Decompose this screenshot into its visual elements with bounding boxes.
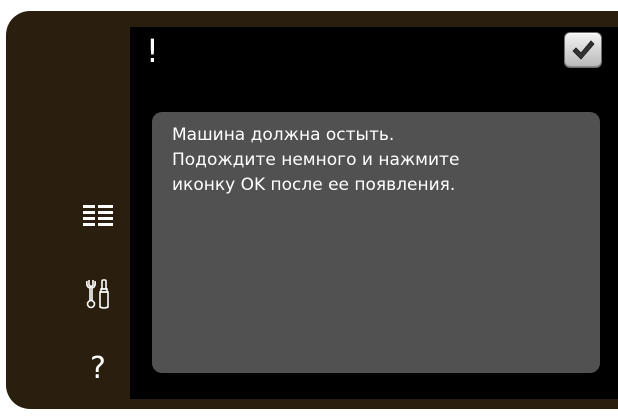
tools-icon [86,279,109,309]
sidebar-item-help[interactable]: ? [76,349,120,389]
sidebar-item-tools[interactable] [76,274,120,314]
sidebar-item-menu[interactable] [76,196,120,236]
message-line: Подождите немного и нажмите [172,150,460,170]
menu-list-icon [83,205,113,226]
alert-icon: ! [146,32,159,70]
message-panel: Машина должна остыть. Подождите немного … [152,112,600,373]
checkmark-icon [572,40,595,60]
message-line: Машина должна остыть. [172,125,395,145]
side-rail: ? [6,11,130,409]
dialog-screen: ! Машина должна остыть. Подождите немног… [130,27,618,399]
confirm-button[interactable] [564,32,602,68]
message-line: иконку OK после ее появления. [172,175,456,195]
help-icon: ? [90,351,106,386]
